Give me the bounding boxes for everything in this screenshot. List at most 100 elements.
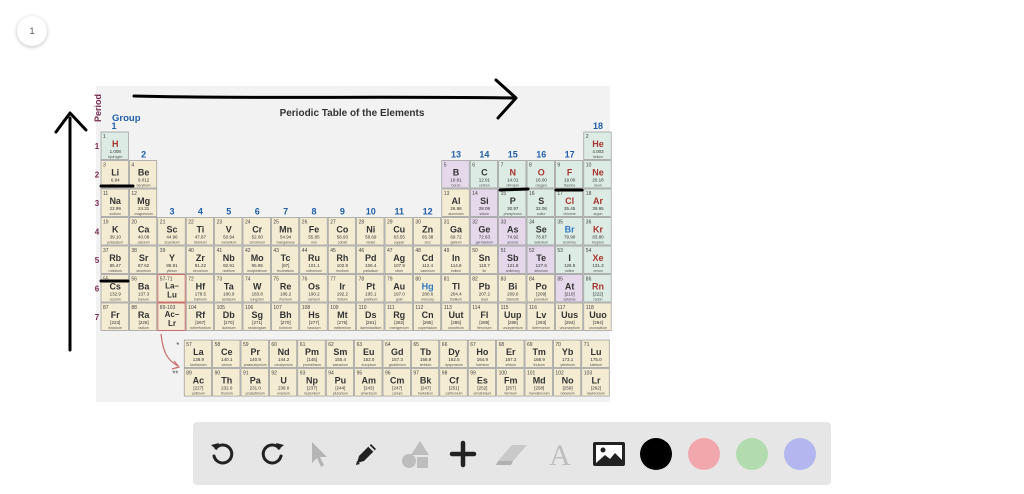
element-cell-uut[interactable]: 113Uut[285]ununtrium: [441, 302, 470, 331]
element-cell-uuo[interactable]: 118Uuo[294]ununoctium: [583, 302, 612, 331]
element-cell-os[interactable]: 76Os190.2osmium: [299, 274, 328, 303]
pen-tool-button[interactable]: [346, 434, 386, 474]
element-cell-bk[interactable]: 97Bk[247]berkelium: [411, 368, 440, 397]
element-cell-al[interactable]: 13Al26.98aluminum: [441, 188, 470, 217]
element-cell-se[interactable]: 34Se78.97selenium: [526, 217, 555, 246]
element-cell-np[interactable]: 93Np[237]neptunium: [297, 368, 326, 397]
element-cell-nb[interactable]: 41Nb92.91niobium: [214, 245, 243, 274]
element-cell-ta[interactable]: 73Ta180.9tantalum: [214, 274, 243, 303]
element-cell-he[interactable]: 2He4.003helium: [583, 131, 612, 160]
element-cell-kr[interactable]: 36Kr83.80krypton: [583, 217, 612, 246]
element-cell-br[interactable]: 35Br79.90bromine: [555, 217, 584, 246]
element-cell-ga[interactable]: 31Ga69.72gallium: [441, 217, 470, 246]
element-cell-pa[interactable]: 91Pa231.0protactinium: [240, 368, 269, 397]
element-cell-sn[interactable]: 50Sn118.7tin: [469, 245, 498, 274]
element-cell-s[interactable]: 16S32.06sulfur: [526, 188, 555, 217]
redo-button[interactable]: [252, 434, 292, 474]
element-cell-aclr[interactable]: 89-103Ac–Lr: [157, 302, 186, 331]
element-cell-f[interactable]: 9 F19.00fluorine: [555, 160, 584, 189]
element-cell-fl[interactable]: 114Fl[289]flerovium: [469, 302, 498, 331]
element-cell-ne[interactable]: 10Ne20.18neon: [583, 160, 612, 189]
shapes-tool-button[interactable]: [395, 434, 435, 474]
element-cell-gd[interactable]: 64Gd157.3gadolinium: [382, 339, 411, 368]
element-cell-la[interactable]: 57La138.9lanthanum: [183, 339, 212, 368]
element-cell-as[interactable]: 33As74.92arsenic: [498, 217, 527, 246]
color-blue-swatch[interactable]: [780, 434, 820, 474]
element-cell-na[interactable]: 11Na22.99sodium: [100, 188, 129, 217]
color-black-swatch[interactable]: [636, 434, 676, 474]
element-cell-tl[interactable]: 81Tl204.4thallium: [441, 274, 470, 303]
element-cell-ar[interactable]: 18Ar39.95argon: [583, 188, 612, 217]
element-cell-er[interactable]: 68Er167.3erbium: [496, 339, 525, 368]
element-cell-es[interactable]: 99Es[252]einsteinium: [467, 368, 496, 397]
element-cell-fm[interactable]: 100Fm[257]fermium: [496, 368, 525, 397]
element-cell-sr[interactable]: 38Sr87.62strontium: [129, 245, 158, 274]
element-cell-cm[interactable]: 96Cm[247]curium: [382, 368, 411, 397]
element-cell-ra[interactable]: 88Ra[226]radium: [129, 302, 158, 331]
image-tool-button[interactable]: [589, 434, 629, 474]
element-cell-bh[interactable]: 107Bh[270]bohrium: [271, 302, 300, 331]
element-cell-cn[interactable]: 112Cn[285]copernicium: [413, 302, 442, 331]
element-cell-cu[interactable]: 29Cu63.55copper: [384, 217, 413, 246]
element-cell-ir[interactable]: 77Ir192.2iridium: [327, 274, 356, 303]
element-cell-ca[interactable]: 20Ca40.08calcium: [129, 217, 158, 246]
element-cell-co[interactable]: 27Co58.93cobalt: [327, 217, 356, 246]
element-cell-hf[interactable]: 72Hf178.5hafnium: [185, 274, 214, 303]
add-button[interactable]: [443, 434, 483, 474]
element-cell-ge[interactable]: 32Ge72.63germanium: [469, 217, 498, 246]
element-cell-lu[interactable]: 71Lu175.0lutetium: [581, 339, 610, 368]
element-cell-be[interactable]: 4 Be9.012beryllium: [129, 160, 158, 189]
element-cell-au[interactable]: 79Au197.0gold: [384, 274, 413, 303]
color-pink-swatch[interactable]: [684, 434, 724, 474]
element-cell-i[interactable]: 53 I126.9iodine: [555, 245, 584, 274]
element-cell-sm[interactable]: 62Sm150.4samarium: [325, 339, 354, 368]
element-cell-zn[interactable]: 30Zn65.38zinc: [413, 217, 442, 246]
color-green-swatch[interactable]: [732, 434, 772, 474]
element-cell-th[interactable]: 90Th232.0thorium: [212, 368, 241, 397]
text-tool-button[interactable]: A: [540, 434, 580, 474]
element-cell-cs[interactable]: 55Cs132.9cesium: [100, 274, 129, 303]
element-cell-am[interactable]: 95Am[243]americium: [354, 368, 383, 397]
whiteboard-canvas[interactable]: Periodic Table of the Elements Period Gr…: [0, 0, 1024, 494]
element-cell-u[interactable]: 92U238.0uranium: [269, 368, 298, 397]
element-cell-v[interactable]: 23V50.94vanadium: [214, 217, 243, 246]
element-cell-xe[interactable]: 54Xe131.3xenon: [583, 245, 612, 274]
element-cell-ds[interactable]: 110Ds[281]darmstadtium: [356, 302, 385, 331]
element-cell-sg[interactable]: 106Sg[271]seaborgium: [242, 302, 271, 331]
element-cell-te[interactable]: 52Te127.6tellurium: [526, 245, 555, 274]
element-cell-yb[interactable]: 70Yb173.1ytterbium: [553, 339, 582, 368]
element-cell-y[interactable]: 39Y88.91yttrium: [157, 245, 186, 274]
element-cell-rh[interactable]: 45Rh102.9rhodium: [327, 245, 356, 274]
element-cell-rn[interactable]: 86Rn[222]radon: [583, 274, 612, 303]
element-cell-ba[interactable]: 56Ba137.3barium: [129, 274, 158, 303]
element-cell-sb[interactable]: 51Sb121.8antimony: [498, 245, 527, 274]
element-cell-fe[interactable]: 26Fe55.85iron: [299, 217, 328, 246]
element-cell-ni[interactable]: 28Ni58.69nickel: [356, 217, 385, 246]
element-cell-rf[interactable]: 104Rf[267]rutherfordium: [185, 302, 214, 331]
element-cell-ho[interactable]: 67Ho164.9holmium: [467, 339, 496, 368]
element-cell-eu[interactable]: 63Eu152.0europium: [354, 339, 383, 368]
element-cell-uup[interactable]: 115Uup[288]ununpentium: [498, 302, 527, 331]
element-cell-pd[interactable]: 46Pd106.4palladium: [356, 245, 385, 274]
element-cell-li[interactable]: 3Li6.94lithium: [100, 160, 129, 189]
element-cell-rg[interactable]: 111Rg[282]roentgenium: [384, 302, 413, 331]
element-cell-k[interactable]: 19K39.10potassium: [100, 217, 129, 246]
element-cell-uus[interactable]: 117Uus[294]ununseptium: [555, 302, 584, 331]
select-tool-button[interactable]: [298, 434, 338, 474]
element-cell-mt[interactable]: 109Mt[276]meitnerium: [327, 302, 356, 331]
element-cell-c[interactable]: 6C12.01carbon: [469, 160, 498, 189]
element-cell-n[interactable]: 7N14.01nitrogen: [498, 160, 527, 189]
element-cell-p[interactable]: 15P30.97phosphorus: [498, 188, 527, 217]
undo-button[interactable]: [203, 434, 243, 474]
element-cell-dy[interactable]: 66Dy162.5dysprosium: [439, 339, 468, 368]
element-cell-po[interactable]: 84Po[209]polonium: [526, 274, 555, 303]
element-cell-mo[interactable]: 42Mo95.95molybdenum: [242, 245, 271, 274]
element-cell-db[interactable]: 105Db[270]dubnium: [214, 302, 243, 331]
element-cell-hg[interactable]: 80Hg200.6mercury: [413, 274, 442, 303]
element-cell-rb[interactable]: 37Rb85.47rubidium: [100, 245, 129, 274]
element-cell-nd[interactable]: 60Nd144.2neodymium: [269, 339, 298, 368]
element-cell-b[interactable]: 5B10.81boron: [441, 160, 470, 189]
element-cell-pu[interactable]: 94Pu[244]plutonium: [325, 368, 354, 397]
element-cell-ce[interactable]: 58Ce140.1cerium: [212, 339, 241, 368]
element-cell-cd[interactable]: 48Cd112.4cadmium: [413, 245, 442, 274]
